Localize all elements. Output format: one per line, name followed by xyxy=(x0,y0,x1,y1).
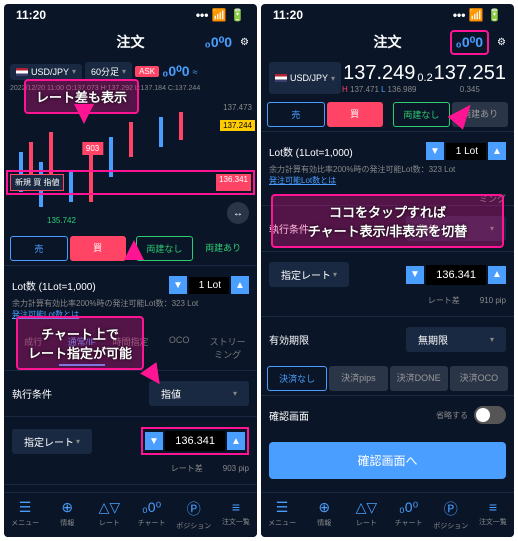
lot-section: Lot数 (1Lot=1,000) ▼ 1 Lot ▲ 余力計算有効比率200%… xyxy=(261,131,514,192)
indicator-icon[interactable]: ₀0⁰0 xyxy=(162,63,190,80)
chart-toggle-icon[interactable]: ₀0⁰0 xyxy=(450,30,490,55)
rate-diff-value: 903 pip xyxy=(223,464,249,473)
price-panel: USD/JPY ▾ 137.249 H 137.471 L 136.989 0.… xyxy=(261,58,514,98)
gear-icon[interactable]: ⚙ xyxy=(497,37,506,48)
rate-type-select[interactable]: 指定レート ▾ xyxy=(12,429,92,454)
tab-oco[interactable]: OCO xyxy=(156,330,203,366)
status-time: 11:20 xyxy=(16,8,46,22)
nav-position[interactable]: Ⓟポジション xyxy=(173,499,215,531)
chevron-down-icon: ▾ xyxy=(72,67,76,76)
settle-oco[interactable]: 決済OCO xyxy=(450,366,508,391)
exec-select[interactable]: 指値 ▾ xyxy=(149,381,249,406)
side-tabs: 売 買 両建なし 両建あり xyxy=(261,98,514,131)
phone-right: 11:20 ••• 📶 🔋 注文 ₀0⁰0 ⚙ USD/JPY ▾ 137.24… xyxy=(261,4,514,537)
nav-menu[interactable]: ☰メニュー xyxy=(261,499,303,531)
ask-badge[interactable]: ASK xyxy=(135,66,159,77)
nav-menu[interactable]: ☰メニュー xyxy=(4,499,46,531)
lot-capacity: 余力計算有効比率200%時の発注可能Lot数：323 Lot xyxy=(12,298,249,309)
status-bar: 11:20 ••• 📶 🔋 xyxy=(261,4,514,26)
status-time: 11:20 xyxy=(273,8,303,22)
rate-minus-button[interactable]: ▼ xyxy=(145,432,163,450)
spread-value: 0.2 xyxy=(417,72,432,84)
both-none-tab[interactable]: 両建なし xyxy=(136,236,194,261)
bid-price[interactable]: 137.249 H 137.471 L 136.989 xyxy=(342,62,416,94)
nav-info[interactable]: ⊕情報 xyxy=(46,499,88,531)
header: 注文 ₀0⁰0 ⚙ xyxy=(261,26,514,58)
arrow-icon xyxy=(74,104,94,124)
lot-label: Lot数 (1Lot=1,000) xyxy=(269,144,353,159)
buy-tab[interactable]: 買 xyxy=(70,236,126,261)
status-indicators: ••• 📶 🔋 xyxy=(196,8,245,22)
page-title: 注文 xyxy=(374,32,402,52)
rate-diff-label: レート差 xyxy=(171,463,203,474)
pair-selector[interactable]: USD/JPY ▾ xyxy=(269,62,341,94)
rate-control: ▼ 136.341 ▲ xyxy=(141,427,249,455)
sell-tab[interactable]: 売 xyxy=(267,102,325,127)
lot-value[interactable]: 1 Lot xyxy=(446,143,486,160)
nav-chart[interactable]: ₀0⁰チャート xyxy=(131,499,173,531)
pips-badge: 903 xyxy=(82,142,103,155)
status-bar: 11:20 ••• 📶 🔋 xyxy=(4,4,257,26)
lot-control: ▼ 1 Lot ▲ xyxy=(169,276,249,294)
rate-plus-button[interactable]: ▲ xyxy=(227,432,245,450)
rate-value[interactable]: 136.341 xyxy=(165,431,225,451)
flag-icon xyxy=(275,74,287,82)
ask-price[interactable]: 137.251 0.345 xyxy=(434,62,506,94)
rate-type-select[interactable]: 指定レート ▾ xyxy=(269,262,349,287)
page-title: 注文 xyxy=(117,32,145,52)
nav-chart[interactable]: ₀0⁰チャート xyxy=(388,499,430,531)
both-yes-tab[interactable]: 両建あり xyxy=(195,236,251,261)
callout-chart-rate: チャート上で レート指定が可能 xyxy=(16,316,144,370)
expiry-select[interactable]: 無期限 ▾ xyxy=(406,327,506,352)
callout-toggle: ココをタップすれば チャート表示/非表示を切替 xyxy=(271,194,504,248)
settle-pips[interactable]: 決済pips xyxy=(329,366,387,391)
nav-info[interactable]: ⊕情報 xyxy=(303,499,345,531)
settle-tabs: 決済なし 決済pips 決済DONE 決済OCO xyxy=(261,362,514,395)
lot-plus-button[interactable]: ▲ xyxy=(231,276,249,294)
lot-label: Lot数 (1Lot=1,000) xyxy=(12,278,96,293)
rate-control: ▼ 136.341 ▲ xyxy=(406,265,506,285)
both-none-tab[interactable]: 両建なし xyxy=(393,102,451,127)
confirm-label: 確認画面 xyxy=(269,408,309,423)
nav-rate[interactable]: △▽レート xyxy=(88,499,130,531)
bottom-nav: ☰メニュー ⊕情報 △▽レート ₀0⁰チャート Ⓟポジション ≡注文一覧 xyxy=(261,492,514,537)
lot-capacity: 余力計算有効比率200%時の発注可能Lot数：323 Lot xyxy=(269,164,506,175)
nav-position[interactable]: Ⓟポジション xyxy=(430,499,472,531)
settle-done[interactable]: 決済DONE xyxy=(390,366,448,391)
header: 注文 ₀0⁰0 ⚙ xyxy=(4,26,257,58)
lot-minus-button[interactable]: ▼ xyxy=(169,276,187,294)
bottom-nav: ☰メニュー ⊕情報 △▽レート ₀0⁰チャート Ⓟポジション ≡注文一覧 xyxy=(4,492,257,537)
settle-none[interactable]: 決済なし xyxy=(267,366,327,391)
nav-orders[interactable]: ≡注文一覧 xyxy=(215,499,257,531)
exec-label: 執行条件 xyxy=(12,386,52,401)
chart-toggle-icon[interactable]: ₀0⁰0 xyxy=(205,34,233,51)
arrow-icon xyxy=(124,240,144,260)
chart-drag-icon[interactable]: ↔ xyxy=(227,202,249,224)
confirm-button[interactable]: 確認画面へ xyxy=(269,442,506,479)
lot-value[interactable]: 1 Lot xyxy=(189,277,229,294)
sell-tab[interactable]: 売 xyxy=(10,236,68,261)
flag-icon xyxy=(16,68,28,76)
tab-streaming[interactable]: ストリーミング xyxy=(204,330,251,366)
rate-value[interactable]: 136.341 xyxy=(426,265,486,285)
phone-left: 11:20 ••• 📶 🔋 注文 ₀0⁰0 ⚙ USD/JPY ▾ 60分足 ▾… xyxy=(4,4,257,537)
expiry-label: 有効期限 xyxy=(269,332,309,347)
order-marker[interactable]: 新規 買 指値 xyxy=(10,174,64,191)
gear-icon[interactable]: ⚙ xyxy=(240,37,249,48)
pair-selector[interactable]: USD/JPY ▾ xyxy=(10,64,82,80)
lot-plus-button[interactable]: ▲ xyxy=(488,142,506,160)
status-indicators: ••• 📶 🔋 xyxy=(453,8,502,22)
lot-minus-button[interactable]: ▼ xyxy=(426,142,444,160)
skip-toggle[interactable] xyxy=(474,406,506,424)
trend-icon[interactable]: ≈ xyxy=(193,67,198,77)
nav-orders[interactable]: ≡注文一覧 xyxy=(472,499,514,531)
nav-rate[interactable]: △▽レート xyxy=(345,499,387,531)
buy-tab[interactable]: 買 xyxy=(327,102,383,127)
chevron-down-icon: ▾ xyxy=(233,389,237,398)
rate-plus-button[interactable]: ▲ xyxy=(488,266,506,284)
rate-minus-button[interactable]: ▼ xyxy=(406,266,424,284)
lot-help-link[interactable]: 発注可能Lot数とは xyxy=(269,175,506,186)
